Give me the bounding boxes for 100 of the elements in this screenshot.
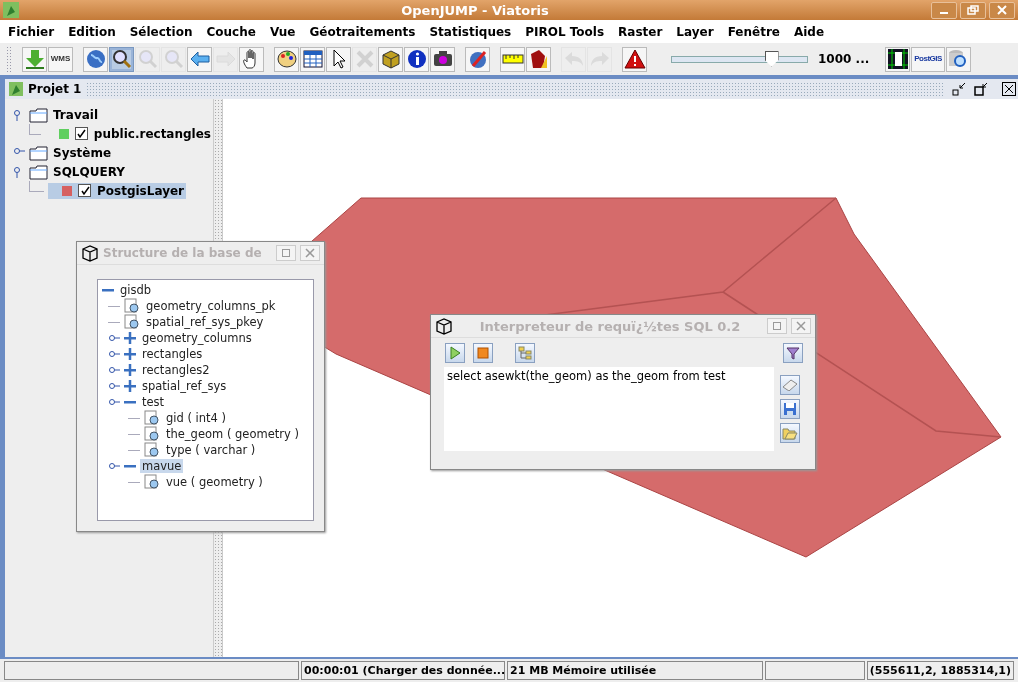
eraser-button[interactable] <box>780 375 800 395</box>
minimize-icon <box>940 12 948 14</box>
close-icon <box>997 5 1007 15</box>
magnifier-icon <box>136 48 159 70</box>
close-icon <box>796 321 806 331</box>
menu-item[interactable]: Layer <box>676 24 714 39</box>
folder-icon <box>29 144 49 161</box>
tree-handle-icon[interactable] <box>108 348 120 360</box>
folder-icon <box>29 163 49 180</box>
camera-tool-button[interactable] <box>430 46 455 72</box>
info-tool-button[interactable] <box>404 46 429 72</box>
help-tool-button[interactable] <box>885 46 911 72</box>
category-label[interactable]: Travail <box>53 107 99 122</box>
tree-node[interactable]: type ( varchar ) <box>164 443 258 457</box>
menu-item[interactable]: Fichier <box>8 24 55 39</box>
legend-entry[interactable]: PostgisLayer <box>48 182 187 199</box>
magnifier-document-icon <box>124 314 140 330</box>
category-label[interactable]: Système <box>53 145 112 160</box>
tree-node[interactable]: vue ( geometry ) <box>164 475 265 489</box>
save-button[interactable] <box>780 399 800 419</box>
magnifier-document-icon <box>124 298 140 314</box>
tree-handle-icon[interactable] <box>108 460 120 472</box>
info-icon <box>405 48 428 70</box>
tree-node[interactable]: spatial_ref_sys_pkey <box>144 315 266 329</box>
maximize-button[interactable] <box>972 80 989 98</box>
menu-item[interactable]: Raster <box>618 24 663 39</box>
tree-structure-button[interactable] <box>515 343 535 363</box>
expand-icon[interactable] <box>124 348 136 360</box>
globe-icon <box>84 48 107 70</box>
magnifier-icon <box>162 48 185 70</box>
menu-item[interactable]: Aide <box>793 24 825 39</box>
tree-node[interactable]: gid ( int4 ) <box>164 411 229 425</box>
status-coordinates: (555611,2, 1885314,1) <box>866 661 1014 680</box>
arrow-left-tool-button[interactable] <box>187 46 212 72</box>
restore-icon <box>967 5 979 15</box>
help-icon <box>886 48 909 70</box>
globe-tool-button[interactable] <box>83 46 108 72</box>
database-node[interactable]: gisdb <box>118 283 154 297</box>
status-time: 00:00:01 (Charger des donnée... <box>301 661 506 680</box>
pointer-tool-button[interactable] <box>326 46 351 72</box>
postgis-tool-button[interactable]: PostGIS <box>911 46 945 72</box>
expand-icon[interactable] <box>124 380 136 392</box>
box-tool-button[interactable] <box>378 46 403 72</box>
tree-node[interactable]: mavue <box>140 459 184 473</box>
run-button[interactable] <box>445 343 465 363</box>
dialog-title: Structure de la base de <box>103 246 263 260</box>
app-logo-icon <box>3 2 19 18</box>
tree-node[interactable]: rectangles <box>140 347 205 361</box>
tree-handle-icon[interactable] <box>108 332 120 344</box>
menu-item[interactable]: Sélection <box>129 24 193 39</box>
menu-item[interactable]: Vue <box>269 24 296 39</box>
open-folder-button[interactable] <box>780 423 800 443</box>
shape-tool-button[interactable] <box>526 46 551 72</box>
play-icon <box>449 346 461 360</box>
tree-node[interactable]: geometry_columns <box>140 331 254 345</box>
expand-icon[interactable] <box>124 364 136 376</box>
stop-icon <box>477 347 489 359</box>
menu-item[interactable]: Fenêtre <box>727 24 780 39</box>
menu-item[interactable]: Statistiques <box>429 24 512 39</box>
wms-tool-button[interactable]: WMS <box>48 46 73 72</box>
db-search-tool-button[interactable] <box>945 46 971 72</box>
magnifier-document-icon <box>144 426 160 442</box>
stop-button[interactable] <box>473 343 493 363</box>
magnifier-document-icon <box>144 474 160 490</box>
dialog-title: Interpreteur de requï¿½tes SQL 0.2 <box>478 318 742 334</box>
tree-handle-icon[interactable] <box>108 396 120 408</box>
query-field[interactable]: select asewkt(the_geom) as the_geom from test <box>444 367 774 451</box>
project-icon <box>9 82 23 96</box>
hand-tool-button[interactable] <box>239 46 264 72</box>
tree-node[interactable]: the_geom ( geometry ) <box>164 427 301 441</box>
status-memory: 21 MB Mémoire utilisée <box>507 661 764 680</box>
menu-item[interactable]: Géotraitements <box>309 24 416 39</box>
folder-icon <box>29 106 49 123</box>
palette-icon <box>275 48 298 70</box>
menu-item[interactable]: Couche <box>206 24 256 39</box>
tree-node[interactable]: rectangles2 <box>140 363 212 377</box>
layer-checkbox[interactable] <box>74 127 88 140</box>
download-tool-button[interactable] <box>22 46 47 72</box>
tree-node[interactable]: test <box>140 395 167 409</box>
close-button[interactable] <box>1000 80 1017 98</box>
minimize-button[interactable] <box>950 80 967 98</box>
warning-tool-button[interactable] <box>622 46 647 72</box>
expand-icon[interactable] <box>124 332 136 344</box>
zoom-tool-button[interactable] <box>109 46 134 72</box>
tree-node[interactable]: spatial_ref_sys <box>140 379 229 393</box>
table-icon <box>301 48 324 70</box>
legend-entry[interactable]: public.rectangles <box>44 125 213 142</box>
tree-handle-icon[interactable] <box>108 364 120 376</box>
tree-node[interactable]: geometry_columns_pk <box>144 299 278 313</box>
menu-item[interactable]: Edition <box>68 24 116 39</box>
filter-icon <box>786 346 800 360</box>
palette-tool-button[interactable] <box>274 46 299 72</box>
category-label[interactable]: SQLQUERY <box>53 164 125 179</box>
filter-button[interactable] <box>783 343 803 363</box>
tree-handle-icon[interactable] <box>108 380 120 392</box>
grid-tool-button[interactable] <box>300 46 325 72</box>
pencil-tool-button[interactable] <box>465 46 490 72</box>
layer-checkbox[interactable] <box>78 184 91 197</box>
close-icon <box>1001 82 1016 96</box>
menu-item[interactable]: PIROL Tools <box>525 24 605 39</box>
